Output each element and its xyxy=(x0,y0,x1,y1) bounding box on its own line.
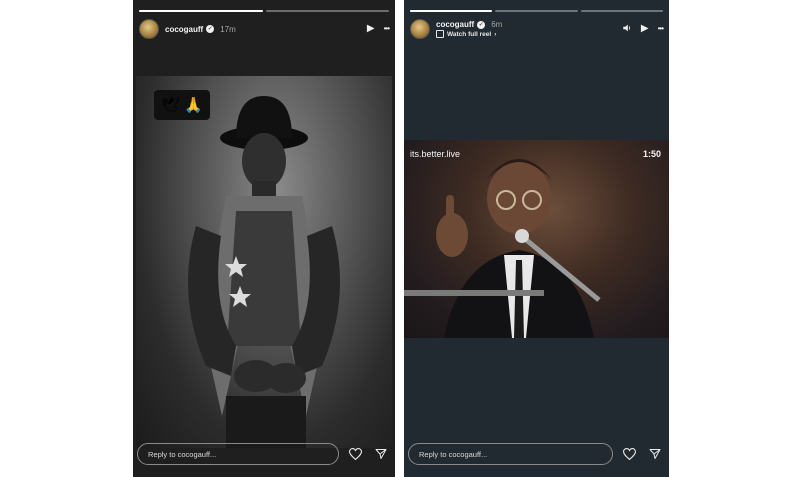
watch-full-reel-link[interactable]: Watch full reel › xyxy=(436,30,502,38)
video-source-label: its.better.live xyxy=(410,149,461,159)
progress-segment xyxy=(580,10,663,12)
avatar[interactable] xyxy=(139,19,159,39)
video-duration: 1:50 xyxy=(642,149,661,159)
send-icon[interactable] xyxy=(371,448,391,460)
verified-badge-icon: ✓ xyxy=(477,20,486,29)
reply-bar: Reply to cocogauff... xyxy=(408,443,665,465)
story-photo: 🕊 🙏 xyxy=(136,76,392,448)
story-header: cocogauff ✓ 17m ▶ ••• xyxy=(139,17,390,41)
video-frame xyxy=(404,159,601,338)
username[interactable]: cocogauff xyxy=(436,20,474,29)
username[interactable]: cocogauff xyxy=(165,25,203,34)
play-icon[interactable]: ▶ xyxy=(641,24,649,34)
heart-icon[interactable] xyxy=(619,448,639,460)
progress-segment xyxy=(139,10,263,12)
avatar[interactable] xyxy=(410,19,430,39)
chevron-right-icon: › xyxy=(494,30,497,38)
story-panel-1[interactable]: cocogauff ✓ 17m ▶ ••• 🕊 🙏 Reply to cocog… xyxy=(133,0,395,477)
more-icon[interactable]: ••• xyxy=(658,24,664,34)
progress-segment xyxy=(410,10,493,12)
story-header: cocogauff ✓ 6m Watch full reel › ▶ ••• xyxy=(410,17,664,41)
story-progress-bar xyxy=(139,10,389,12)
play-icon[interactable]: ▶ xyxy=(367,24,375,34)
reply-bar: Reply to cocogauff... xyxy=(137,443,391,465)
story-panel-2[interactable]: cocogauff ✓ 6m Watch full reel › ▶ ••• i… xyxy=(404,0,669,477)
reel-video[interactable]: its.better.live 1:50 xyxy=(404,140,669,338)
volume-icon[interactable] xyxy=(622,23,632,36)
reply-input[interactable]: Reply to cocogauff... xyxy=(408,443,613,465)
send-icon[interactable] xyxy=(645,448,665,460)
reply-input[interactable]: Reply to cocogauff... xyxy=(137,443,339,465)
story-progress-bar xyxy=(410,10,663,12)
watch-full-reel-label: Watch full reel xyxy=(447,30,492,38)
heart-icon[interactable] xyxy=(345,448,365,460)
post-time: 6m xyxy=(491,20,503,29)
verified-badge-icon: ✓ xyxy=(206,25,215,33)
reel-icon xyxy=(436,30,444,38)
more-icon[interactable]: ••• xyxy=(384,24,390,34)
progress-segment xyxy=(265,10,389,12)
person-silhouette xyxy=(188,96,340,448)
post-time: 17m xyxy=(220,24,236,34)
progress-segment xyxy=(495,10,578,12)
